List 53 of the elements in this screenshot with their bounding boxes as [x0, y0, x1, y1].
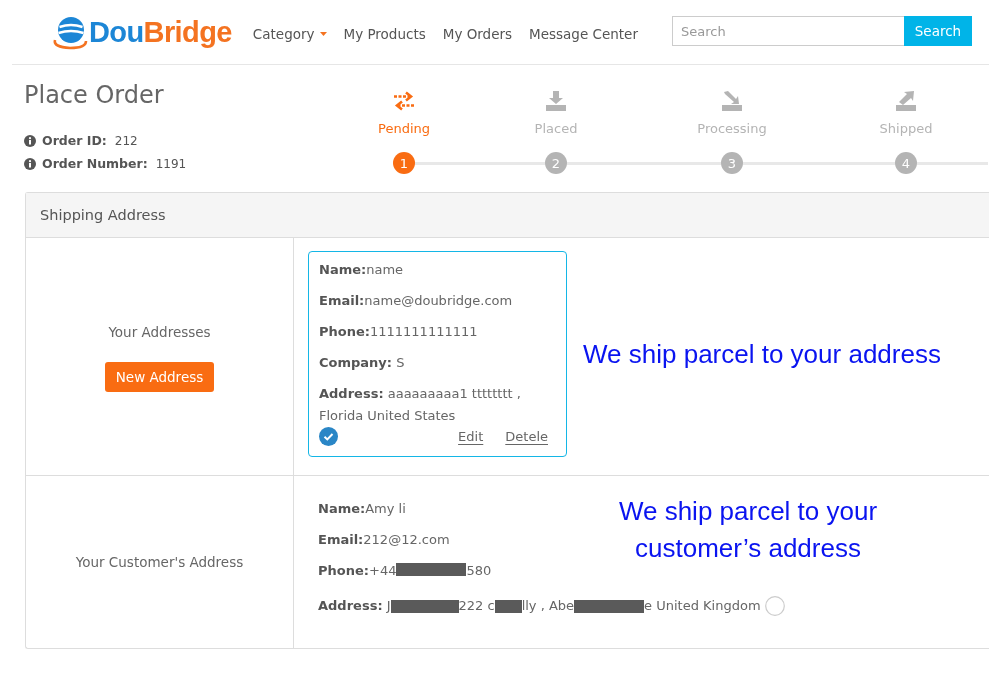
tray-arrow-in-icon — [721, 91, 743, 111]
step-label: Pending — [378, 121, 430, 137]
step-number: 3 — [721, 152, 743, 174]
address-field-text: Company: S — [319, 355, 405, 370]
redaction-bar — [396, 563, 467, 576]
nav-link[interactable]: My Products — [343, 25, 426, 42]
nav-link[interactable]: My Orders — [442, 25, 513, 42]
address-field-text: Email:212@12.com — [318, 532, 450, 547]
address-field-text: lly , Abe — [521, 597, 575, 615]
tray-arrow-out-icon — [895, 91, 917, 111]
step-label: Processing — [697, 121, 767, 137]
address-action-link[interactable]: Edit — [458, 428, 484, 444]
address-field-text: Address: aaaaaaaaa1 tttttttt , — [319, 386, 521, 401]
swap-arrows-icon — [393, 91, 415, 111]
globe-logo-icon[interactable] — [52, 16, 88, 50]
tray-download-icon — [545, 91, 567, 111]
address-field-text: Florida United States — [319, 408, 456, 423]
order-info-value: 1191 — [155, 156, 187, 171]
redaction-bar — [494, 599, 522, 613]
address-field-text: Email:name@doubridge.com — [319, 293, 513, 308]
page-title: Place Order — [24, 81, 165, 109]
step-label: Placed — [534, 121, 578, 137]
address-field-text: Name:name — [319, 262, 404, 277]
nav-link[interactable]: Category — [252, 25, 327, 42]
step-label: Shipped — [879, 121, 933, 137]
address-field-text: e United Kingdom — [644, 597, 761, 615]
address-field-text: Phone:+44 — [318, 563, 397, 578]
address-field-text: Name:Amy li — [318, 501, 406, 516]
step-number: 1 — [393, 152, 415, 174]
address-field-text: 222 c — [458, 597, 495, 615]
shipping-note: We ship parcel to your customer’s address — [617, 495, 879, 565]
address-card[interactable]: Name:name Email:name@doubridge.com Phone:1111111111111 Company: S Address: aaaaaaaaa1 tttttttt , Florida United States Edit Detele — [308, 251, 567, 457]
row-label: Your Customer's Address — [75, 553, 244, 572]
logo-text[interactable]: DouBridge — [89, 15, 232, 49]
order-info-value: 212 — [114, 133, 138, 148]
order-info-label: Order Number: — [42, 156, 148, 171]
info-icon — [24, 157, 36, 170]
check-circle-icon[interactable] — [319, 426, 338, 446]
address-action-link[interactable]: Detele — [505, 428, 548, 444]
search-field[interactable]: Search — [672, 16, 904, 46]
nav-link[interactable]: Message Center — [529, 25, 638, 42]
order-info-label: Order ID: — [42, 133, 107, 148]
address-field-text: Phone:1111111111111 — [319, 324, 478, 339]
step-number: 4 — [895, 152, 917, 174]
address-field-text: 580 — [466, 563, 492, 578]
row-label: Your Addresses — [108, 322, 211, 342]
panel-title: Shipping Address — [26, 193, 989, 238]
shipping-note: We ship parcel to your address — [583, 338, 941, 370]
redaction-bar — [390, 599, 459, 613]
address-field-text: Address: J — [318, 597, 391, 615]
info-icon — [24, 134, 36, 147]
redaction-bar — [574, 599, 645, 613]
step-number: 2 — [545, 152, 567, 174]
